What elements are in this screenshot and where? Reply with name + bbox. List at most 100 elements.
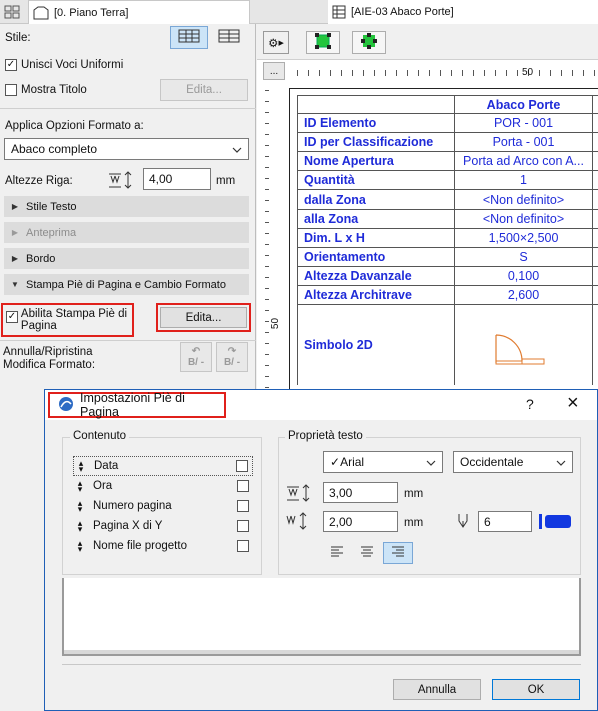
row-value: POR - 001 (455, 114, 593, 134)
formato-select[interactable]: Abaco completo (4, 138, 249, 160)
contenuto-item-checkbox[interactable] (236, 460, 248, 472)
contenuto-item[interactable]: ▴ ▾ Pagina X di Y (73, 516, 253, 536)
tab-abaco-porte[interactable]: [AIE-03 Abaco Porte] (328, 0, 598, 24)
contenuto-item[interactable]: ▴ ▾ Ora (73, 476, 253, 496)
table-row: Dim. L x H 1,500×2,500 (297, 228, 598, 248)
row-value: Porta - 001 (455, 133, 593, 153)
font-select[interactable]: ✓Arial (323, 451, 443, 473)
mostra-checkbox-box[interactable] (5, 84, 17, 96)
row-key: dalla Zona (297, 190, 455, 210)
style-grid-button-active[interactable] (170, 26, 208, 49)
pen-color-fill (545, 515, 571, 528)
contenuto-item[interactable]: ▴ ▾ Data (73, 456, 253, 476)
pen-color-bar (539, 514, 542, 529)
ruler-corner-button[interactable]: ... (263, 62, 285, 80)
mostra-titolo-checkbox[interactable]: Mostra Titolo (5, 84, 87, 96)
settings-menu-button[interactable]: ⚙ ▶ (263, 31, 289, 54)
ruler-left-ticks (265, 90, 269, 388)
contenuto-item[interactable]: ▴ ▾ Nome file progetto (73, 536, 253, 556)
pen-icon (457, 513, 469, 532)
abilita-stampa-checkbox[interactable]: ✓ Abilita Stampa Piè di Pagina (1, 303, 134, 337)
ok-button[interactable]: OK (492, 679, 580, 700)
align-left-button[interactable] (323, 542, 351, 564)
select-cells-button[interactable] (352, 31, 386, 54)
redo-format-button[interactable]: ↷ B/ - (216, 342, 248, 372)
row-key: Altezza Davanzale (297, 266, 455, 286)
row-key: ID Elemento (297, 114, 455, 134)
proprieta-label: Proprietà testo (285, 430, 366, 442)
reorder-handle-icon[interactable]: ▴ ▾ (73, 479, 87, 494)
pen-input[interactable]: 6 (478, 511, 532, 532)
help-button[interactable]: ? (526, 396, 534, 412)
schedule-title: Abaco Porte (455, 96, 593, 115)
contenuto-item-checkbox[interactable] (237, 540, 249, 552)
script-value: Occidentale (460, 455, 524, 469)
row-key: Nome Apertura (297, 152, 455, 172)
edita-footer-button[interactable]: Edita... (160, 307, 247, 328)
contenuto-item-checkbox[interactable] (237, 500, 249, 512)
align-center-button[interactable] (353, 542, 381, 564)
text-height-icon (285, 483, 311, 506)
reorder-handle-icon[interactable]: ▴ ▾ (73, 499, 87, 514)
reorder-handle-icon[interactable]: ▴ ▾ (74, 459, 88, 474)
table-row: alla Zona <Non definito> (297, 209, 598, 229)
close-icon[interactable]: × (567, 392, 579, 415)
line-spacing-icon (285, 511, 311, 534)
schedule-toolbar: ⚙ ▶ (257, 24, 598, 60)
extra-cell (593, 114, 598, 134)
edita-titolo-button[interactable]: Edita... (160, 79, 248, 101)
text-height-input[interactable]: 3,00 (323, 482, 398, 503)
section-bordo[interactable]: ▶ Bordo (4, 248, 249, 269)
contenuto-item-checkbox[interactable] (237, 520, 249, 532)
align-center-icon (360, 546, 374, 561)
tab-bar: [0. Piano Terra] [AIE-03 Abaco Porte] (0, 0, 598, 24)
pen-color-swatch[interactable] (539, 512, 573, 531)
unisci-checkbox-box[interactable]: ✓ (5, 59, 17, 71)
select-frame-button[interactable] (306, 31, 340, 54)
check-icon: ✓ (330, 455, 341, 469)
reorder-handle-icon[interactable]: ▴ ▾ (73, 519, 87, 534)
line-spacing-input[interactable]: 2,00 (323, 511, 398, 532)
extra-cell (593, 133, 598, 153)
ruler-mark-left: 50 (270, 317, 282, 330)
font-value: Arial (340, 455, 365, 469)
mostra-label: Mostra Titolo (21, 84, 87, 96)
section-stampa-pie[interactable]: ▼ Stampa Piè di Pagina e Cambio Formato (4, 274, 249, 295)
chevron-down-icon (232, 142, 242, 156)
chevron-down-icon (556, 455, 566, 469)
annulla-button[interactable]: Annulla (393, 679, 481, 700)
extra-cell (593, 248, 598, 267)
door-symbol-icon (455, 305, 593, 386)
script-select[interactable]: Occidentale (453, 451, 573, 473)
tab-piano-terra-label: [0. Piano Terra] (54, 6, 129, 19)
reorder-handle-icon[interactable]: ▴ ▾ (73, 539, 87, 554)
section-stile-testo[interactable]: ▶ Stile Testo (4, 196, 249, 217)
altezze-input[interactable]: 4,00 (143, 168, 211, 190)
table-row: Quantità 1 (297, 171, 598, 191)
edita-highlight: Edita... (156, 303, 251, 332)
table-style-icon (178, 29, 200, 46)
undo-format-button[interactable]: ↶ B/ - (180, 342, 212, 372)
contenuto-item-checkbox[interactable] (237, 480, 249, 492)
style-grid-button[interactable] (211, 26, 247, 49)
abilita-checkbox-box[interactable]: ✓ (6, 311, 18, 323)
align-right-button[interactable] (383, 542, 413, 564)
dialog-titlebar: Impostazioni Piè di Pagina ? × (45, 390, 597, 420)
align-right-icon (391, 546, 405, 561)
contenuto-item[interactable]: ▴ ▾ Numero pagina (73, 496, 253, 516)
tab-abaco-porte-label: [AIE-03 Abaco Porte] (351, 6, 454, 18)
section-bordo-label: Bordo (26, 252, 56, 265)
section-anteprima[interactable]: ▶ Anteprima (4, 222, 249, 243)
schedule-table: Abaco Porte ID Elemento POR - 001 ID per C… (297, 95, 598, 386)
row-key: Dim. L x H (297, 228, 455, 248)
contenuto-item-label: Pagina X di Y (93, 520, 163, 532)
extra-cell (593, 229, 598, 248)
grid-icon[interactable] (4, 5, 20, 22)
row-key: Quantità (297, 171, 455, 191)
section-stampa-pie-label: Stampa Piè di Pagina e Cambio Formato (26, 278, 226, 291)
table-row: Nome Apertura Porta ad Arco con A... (297, 152, 598, 172)
table-row: ID Elemento POR - 001 (297, 114, 598, 134)
abilita-label: Abilita Stampa Piè di Pagina (20, 308, 128, 332)
unisci-voci-checkbox[interactable]: ✓ Unisci Voci Uniformi (5, 59, 123, 71)
tab-piano-terra[interactable]: [0. Piano Terra] (28, 0, 250, 24)
